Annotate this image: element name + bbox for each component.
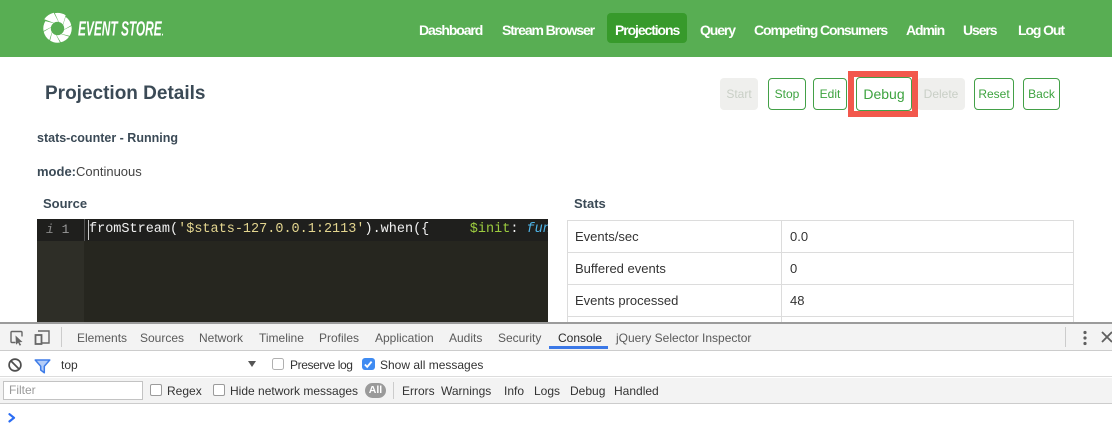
- svg-text:EVENT STORE.: EVENT STORE.: [78, 18, 164, 41]
